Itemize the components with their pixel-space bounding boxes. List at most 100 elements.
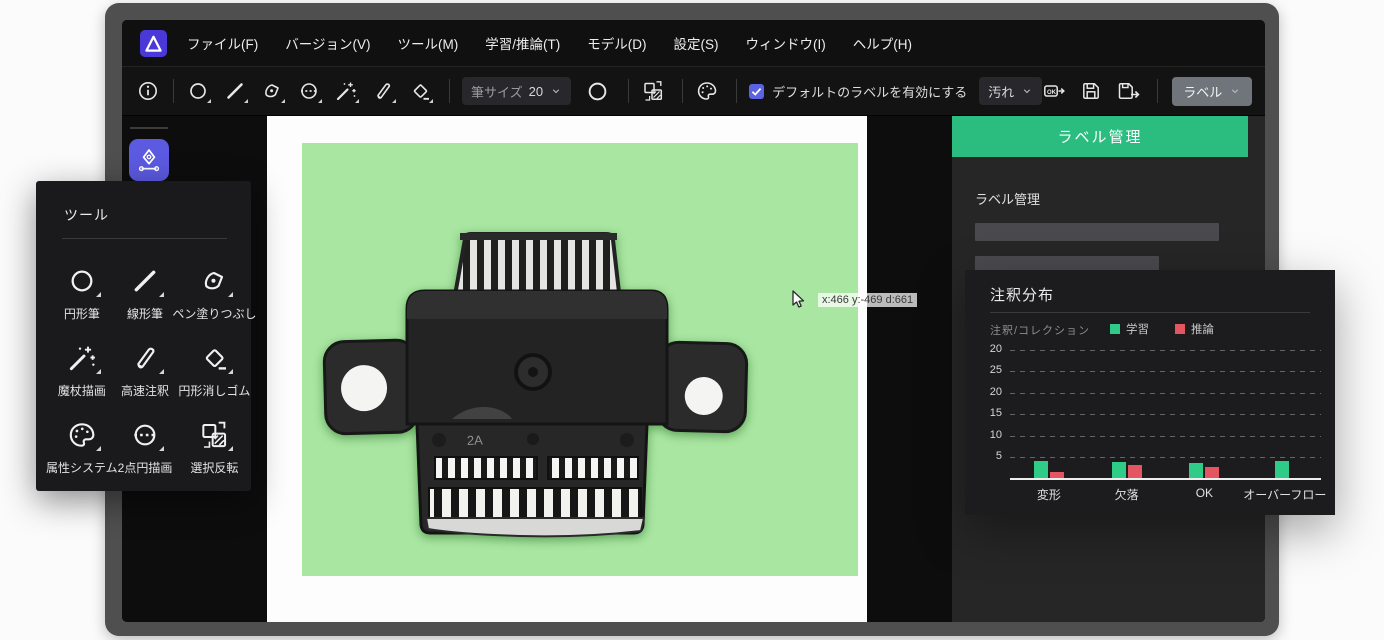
save-icon[interactable] (1079, 79, 1103, 103)
palette-tool-two-point-circle[interactable]: 2点円描画 (118, 403, 173, 480)
circle-brush-icon (66, 265, 98, 297)
brush-size-value: 20 (529, 84, 543, 99)
tool-palette-divider (62, 238, 227, 239)
palette-tool-invert-selection[interactable]: 選択反転 (172, 403, 256, 480)
line-brush-icon (129, 265, 161, 297)
legend-item-infer: 推論 (1175, 321, 1214, 337)
chart-legend: 学習 推論 (1110, 321, 1214, 337)
annotation-distribution-panel: 注釈分布 注釈/コレクション 学習 推論 20 25 20 15 10 5 変形… (965, 270, 1335, 515)
palette-tool-pen-fill[interactable]: ペン塗りつぶし (172, 249, 256, 326)
menu-train-infer[interactable]: 学習/推論(T) (485, 33, 560, 53)
menu-file[interactable]: ファイル(F) (187, 33, 258, 53)
chart-title: 注釈分布 (990, 284, 1054, 305)
chart-bars (1010, 344, 1321, 478)
default-label-checkbox[interactable] (749, 84, 764, 99)
chevron-down-icon (550, 85, 562, 97)
tool-palette-title: ツール (64, 205, 251, 225)
quick-annotation-brush-icon[interactable] (371, 79, 395, 103)
toolbar-divider (173, 79, 174, 103)
screenshot-stage: ファイル(F) バージョン(V) ツール(M) 学習/推論(T) モデル(D) … (0, 0, 1384, 640)
segmentation-mask-region[interactable]: 2A x:466 y:-469 d:661 (302, 143, 858, 576)
default-label-value: 汚れ (988, 82, 1014, 101)
legend-swatch-infer (1175, 324, 1185, 334)
toolbar-divider (1157, 79, 1158, 103)
legend-item-train: 学習 (1110, 321, 1149, 337)
chart-x-axis (1010, 478, 1321, 480)
chart-axis-caption: 注釈/コレクション (990, 322, 1090, 338)
cursor-coordinates-readout: x:466 y:-469 d:661 (818, 293, 917, 307)
app-logo-icon (140, 30, 167, 57)
two-point-circle-icon (129, 419, 161, 451)
magic-wand-icon[interactable] (334, 79, 358, 103)
palette-tool-line-brush[interactable]: 線形筆 (118, 249, 173, 326)
menu-model[interactable]: モデル(D) (587, 33, 646, 53)
pen-tool-icon (136, 147, 162, 173)
brush-size-dropdown[interactable]: 筆サイズ 20 (462, 77, 571, 105)
eraser-icon (198, 342, 230, 374)
bar-group (1088, 462, 1166, 478)
bar-学習 (1112, 462, 1126, 478)
bar-推論 (1128, 465, 1142, 478)
invert-selection-icon[interactable] (641, 79, 665, 103)
pen-fill-icon[interactable] (260, 79, 284, 103)
invert-selection-icon (198, 419, 230, 451)
legend-swatch-train (1110, 324, 1120, 334)
palette-tool-attribute-system[interactable]: 属性システム (46, 403, 118, 480)
image-canvas[interactable]: 2A x:466 y:-469 d:661 (267, 116, 867, 622)
menu-tools[interactable]: ツール(M) (397, 33, 458, 53)
palette-tool-magic-wand[interactable]: 魔杖描画 (46, 326, 118, 403)
bar-group (1243, 461, 1321, 478)
bar-group (1166, 463, 1244, 478)
brush-size-label: 筆サイズ (471, 82, 523, 101)
tool-palette-popup: ツール 円形筆 線形筆 ペン塗りつぶし 魔杖描画 高速注釈 (36, 181, 251, 491)
palette-icon[interactable] (695, 79, 719, 103)
toolbar-divider (682, 79, 683, 103)
toolbar: 筆サイズ 20 デフォルトのラベルを有効にする 汚れ (122, 66, 1265, 116)
label-menu-button[interactable]: ラベル (1172, 77, 1252, 106)
sidebar-divider (130, 127, 168, 129)
line-brush-icon[interactable] (223, 79, 247, 103)
eraser-icon[interactable] (408, 79, 432, 103)
toolbar-divider (449, 79, 450, 103)
panel-header: ラベル管理 (952, 116, 1248, 157)
mouse-cursor-icon (788, 289, 806, 309)
bar-推論 (1205, 467, 1219, 478)
part-marking-text: 2A (467, 432, 484, 448)
bar-学習 (1275, 461, 1289, 478)
info-icon[interactable] (136, 79, 160, 103)
pen-fill-icon (198, 265, 230, 297)
menu-help[interactable]: ヘルプ(H) (853, 33, 912, 53)
menu-settings[interactable]: 設定(S) (673, 33, 718, 53)
palette-tool-quick-annotation[interactable]: 高速注釈 (118, 326, 173, 403)
panel-section-title: ラベル管理 (975, 189, 1265, 208)
toolbar-divider (628, 79, 629, 103)
brush-icon (129, 342, 161, 374)
chevron-down-icon (1021, 85, 1033, 97)
bar-学習 (1034, 461, 1048, 478)
connector-part-image: 2A (302, 143, 858, 576)
bar-学習 (1189, 463, 1203, 478)
label-list-placeholder-row (975, 223, 1219, 241)
chart-divider (990, 312, 1310, 313)
active-pen-tool-button[interactable] (129, 139, 169, 181)
tool-palette-grid: 円形筆 線形筆 ペン塗りつぶし 魔杖描画 高速注釈 円形消しゴム (46, 249, 245, 480)
chart-plot-area: 20 25 20 15 10 5 (1010, 344, 1321, 481)
default-label-checkbox-label: デフォルトのラベルを有効にする (772, 82, 967, 101)
two-point-circle-icon[interactable] (297, 79, 321, 103)
menu-window[interactable]: ウィンドウ(I) (745, 33, 825, 53)
ok-and-next-icon[interactable] (1042, 79, 1066, 103)
circle-brush-icon[interactable] (186, 79, 210, 103)
menu-bar: ファイル(F) バージョン(V) ツール(M) 学習/推論(T) モデル(D) … (122, 20, 1265, 66)
bar-group (1010, 461, 1088, 478)
menu-version[interactable]: バージョン(V) (285, 33, 370, 53)
palette-tool-circle-brush[interactable]: 円形筆 (46, 249, 118, 326)
default-label-dropdown[interactable]: 汚れ (979, 77, 1042, 105)
brush-preview-circle (584, 78, 611, 105)
chart-categories: 変形 欠落 OK オーバーフロー (1010, 486, 1321, 503)
palette-icon (66, 419, 98, 451)
toolbar-divider (736, 79, 737, 103)
save-and-next-icon[interactable] (1116, 79, 1140, 103)
magic-wand-icon (66, 342, 98, 374)
palette-tool-circle-eraser[interactable]: 円形消しゴム (172, 326, 256, 403)
chevron-down-icon (1229, 85, 1241, 97)
